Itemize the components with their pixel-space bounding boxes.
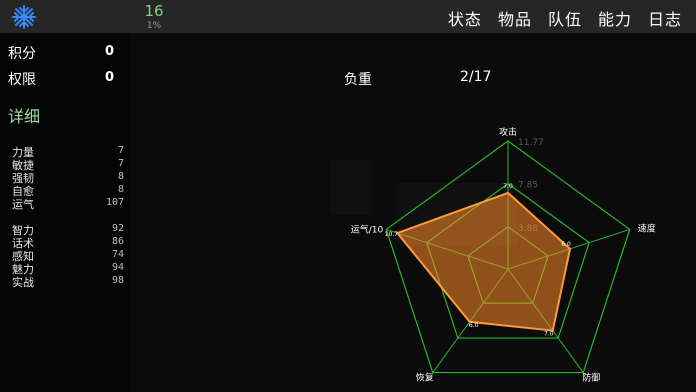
radar-value-label: 7.0	[544, 331, 554, 338]
radar-axis-label: 恢复	[416, 372, 434, 384]
radar-chart: 3.887.8511.777.06.07.06.010.7攻击速度防御恢复运气/…	[351, 126, 656, 384]
radar-axis-label: 攻击	[499, 126, 517, 138]
radar-value-label: 6.0	[469, 322, 479, 329]
radar-data-area	[395, 191, 572, 332]
radar-ring-label: 7.85	[518, 181, 538, 191]
radar-value-label: 6.0	[561, 241, 571, 248]
radar-axis-label: 运气/10	[351, 223, 384, 235]
radar-value-label: 10.7	[385, 231, 399, 238]
radar-axis-label: 速度	[638, 222, 656, 234]
radar-ring-label: 11.77	[518, 138, 544, 148]
radar-value-label: 7.0	[503, 183, 513, 190]
radar-axis-label: 防御	[582, 372, 600, 384]
